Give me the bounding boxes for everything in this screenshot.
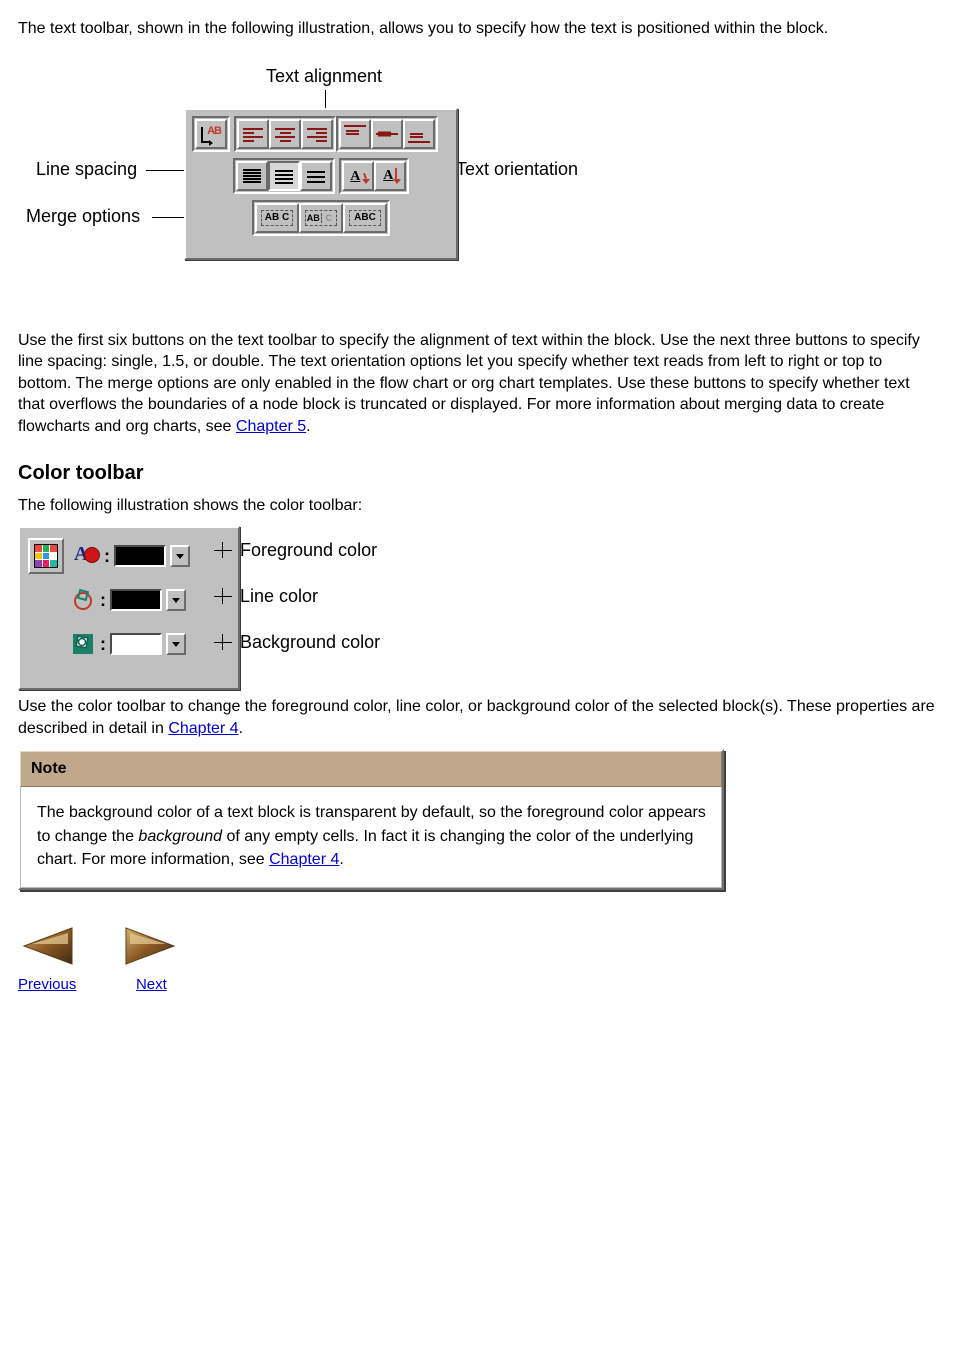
callout-foreground-color: Foreground color — [240, 540, 377, 561]
align-bottom-button[interactable] — [403, 119, 435, 149]
wrap-group: AB — [192, 116, 230, 152]
callout-background-color: Background color — [240, 632, 380, 653]
text-toolbar-panel: AB — [184, 108, 458, 260]
align-bottom-icon — [405, 121, 433, 147]
callout-merge-options: Merge options — [26, 206, 140, 227]
align-left-icon — [243, 126, 263, 142]
color-toolbar-intro: The following illustration shows the col… — [18, 495, 936, 517]
line-spacing-single-button[interactable] — [236, 161, 268, 191]
line-spacing-1-5-icon — [275, 168, 293, 184]
leader-line — [214, 642, 232, 643]
wrap-icon: AB — [207, 125, 221, 137]
line-spacing-1-5-button[interactable] — [268, 161, 300, 191]
line-spacing-group — [233, 158, 335, 194]
color-palette-button-wrap — [28, 538, 64, 574]
note-body: The background color of a text block is … — [20, 787, 722, 888]
valign-group — [336, 116, 438, 152]
callout-line-spacing: Line spacing — [36, 159, 137, 180]
wrap-text-button[interactable]: AB — [195, 119, 227, 149]
align-middle-button[interactable] — [371, 119, 403, 149]
orientation-vertical-icon: A — [376, 163, 404, 189]
color-toolbar-panel: A : : — [18, 526, 240, 690]
foreground-color-swatch[interactable] — [114, 545, 166, 567]
color-palette-button[interactable] — [28, 538, 64, 574]
line-color-swatch[interactable] — [110, 589, 162, 611]
merge-overflow-icon: AB C — [305, 210, 337, 226]
background-color-swatch[interactable] — [110, 633, 162, 655]
leader-line — [214, 596, 232, 597]
text-toolbar-figure: Text alignment Line spacing Merge option… — [18, 60, 936, 320]
colon: : — [100, 590, 106, 611]
align-center-icon — [275, 126, 295, 142]
align-top-button[interactable] — [339, 119, 371, 149]
next-arrow-icon[interactable] — [122, 920, 180, 972]
merge-truncate-icon: AB C — [261, 210, 293, 226]
previous-link[interactable]: Previous — [18, 976, 76, 993]
foreground-color-icon: A — [74, 543, 100, 569]
colon: : — [104, 546, 110, 567]
color-toolbar-description: Use the color toolbar to change the fore… — [18, 696, 936, 739]
align-right-icon — [307, 126, 327, 142]
align-center-button[interactable] — [269, 119, 301, 149]
leader-tick — [222, 542, 223, 558]
align-left-button[interactable] — [237, 119, 269, 149]
leader-line — [214, 550, 232, 551]
line-spacing-single-icon — [243, 168, 261, 184]
merge-overflow-button[interactable]: AB C — [299, 203, 343, 233]
color-toolbar-heading: Color toolbar — [18, 462, 936, 485]
palette-icon — [34, 544, 58, 568]
previous-arrow-icon[interactable] — [18, 920, 76, 972]
merge-display-button[interactable]: ABC — [343, 203, 387, 233]
color-toolbar-figure: A : : — [18, 526, 936, 686]
chapter-5-link[interactable]: Chapter 5 — [236, 418, 306, 435]
colon: : — [100, 634, 106, 655]
align-middle-icon — [373, 121, 401, 147]
nav-row: Previous Next — [18, 920, 936, 993]
leader-tick — [222, 588, 223, 604]
chapter-4-link-note[interactable]: Chapter 4 — [269, 851, 339, 868]
line-spacing-double-button[interactable] — [300, 161, 332, 191]
chapter-4-link[interactable]: Chapter 4 — [168, 720, 238, 737]
orientation-horizontal-icon: A — [344, 163, 372, 189]
line-color-icon — [70, 587, 96, 613]
background-color-icon — [70, 631, 96, 657]
orientation-horizontal-button[interactable]: A — [342, 161, 374, 191]
align-top-icon — [341, 121, 369, 147]
note-box: Note The background color of a text bloc… — [18, 749, 724, 890]
background-color-dropdown[interactable] — [166, 633, 186, 655]
callout-text-orientation: Text orientation — [456, 159, 578, 180]
merge-group: AB C AB C ABC — [252, 200, 390, 236]
leader-tick — [222, 634, 223, 650]
text-toolbar-description: Use the first six buttons on the text to… — [18, 330, 936, 438]
note-heading: Note — [20, 751, 722, 787]
foreground-color-dropdown[interactable] — [170, 545, 190, 567]
halign-group — [234, 116, 336, 152]
wrap-arrow-icon — [201, 127, 206, 141]
orientation-vertical-button[interactable]: A — [374, 161, 406, 191]
line-color-dropdown[interactable] — [166, 589, 186, 611]
leader-line — [325, 90, 326, 110]
merge-display-icon: ABC — [349, 210, 381, 226]
next-link[interactable]: Next — [136, 976, 167, 993]
callout-line-color: Line color — [240, 586, 318, 607]
callout-text-alignment: Text alignment — [266, 66, 382, 87]
orientation-group: A A — [339, 158, 409, 194]
note-emphasis: background — [138, 828, 222, 845]
merge-truncate-button[interactable]: AB C — [255, 203, 299, 233]
line-spacing-double-icon — [307, 168, 325, 184]
align-right-button[interactable] — [301, 119, 333, 149]
intro-text: The text toolbar, shown in the following… — [18, 18, 936, 40]
